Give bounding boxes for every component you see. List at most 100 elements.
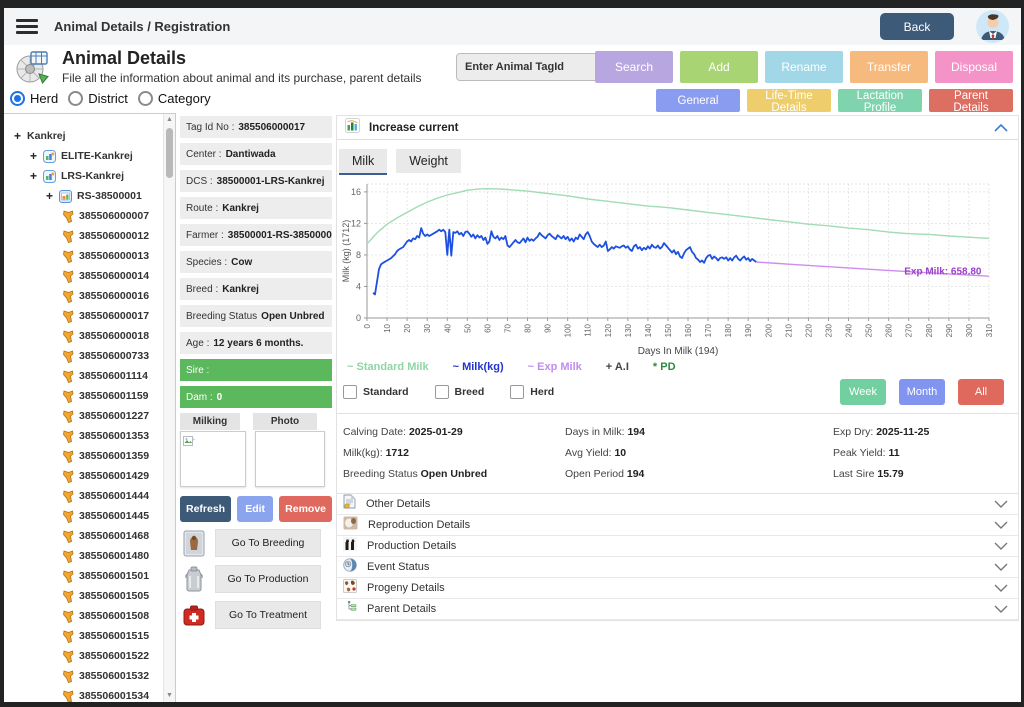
reproduction-icon <box>343 516 358 535</box>
tree-animal-385506000012[interactable]: 385506000012 <box>4 226 175 246</box>
rename-button[interactable]: Rename <box>765 51 843 83</box>
general-button[interactable]: General <box>656 89 740 112</box>
expand-icon[interactable]: + <box>30 149 37 163</box>
life-time-details-button[interactable]: Life-Time Details <box>747 89 831 112</box>
scrollbar-thumb[interactable] <box>166 128 173 178</box>
tree-animal-385506001159[interactable]: 385506001159 <box>4 386 175 406</box>
checkbox-standard[interactable]: Standard <box>343 385 409 399</box>
field-farmer: Farmer :38500001-RS-38500001 <box>180 224 332 246</box>
expand-icon[interactable]: + <box>30 169 37 183</box>
back-button[interactable]: Back <box>880 13 954 40</box>
chevron-down-icon[interactable] <box>994 605 1008 613</box>
radio-district[interactable]: District <box>68 91 128 106</box>
lactation-profile-button[interactable]: Lactation Profile <box>838 89 922 112</box>
user-avatar[interactable] <box>976 10 1009 43</box>
week-button[interactable]: Week <box>840 379 886 405</box>
tree-animal-385506000016[interactable]: 385506000016 <box>4 286 175 306</box>
chevron-down-icon[interactable] <box>994 542 1008 550</box>
tree-node-rs-38500001[interactable]: +RS-38500001 <box>4 186 175 206</box>
go-to-production-button[interactable]: Go To Production <box>215 565 321 593</box>
hamburger-menu-icon[interactable] <box>16 16 38 37</box>
transfer-button[interactable]: Transfer <box>850 51 928 83</box>
tab-milk[interactable]: Milk <box>339 149 387 175</box>
svg-text:120: 120 <box>604 323 613 337</box>
animal-detail-column: Tag Id No :385506000017Center :Dantiwada… <box>180 116 332 630</box>
tree-animal-385506000018[interactable]: 385506000018 <box>4 326 175 346</box>
parent-details-button[interactable]: Parent Details <box>929 89 1013 112</box>
search-button[interactable]: Search <box>595 51 673 83</box>
field-dam: Dam :0 <box>180 386 332 408</box>
lactation-panel: Increase current Milk Weight 01020304050… <box>336 115 1019 621</box>
tree-scrollbar[interactable]: ▲ ▼ <box>163 114 175 702</box>
tree-animal-385506000733[interactable]: 385506000733 <box>4 346 175 366</box>
animal-tag-icon <box>62 270 74 283</box>
radio-category-dot[interactable] <box>138 91 153 106</box>
tree-animal-385506001359[interactable]: 385506001359 <box>4 446 175 466</box>
tree-animal-385506001227[interactable]: 385506001227 <box>4 406 175 426</box>
tab-photo[interactable]: Photo <box>253 413 317 430</box>
tree-animal-385506001508[interactable]: 385506001508 <box>4 606 175 626</box>
animal-tagid-input[interactable] <box>456 53 602 81</box>
tree-animal-385506001429[interactable]: 385506001429 <box>4 466 175 486</box>
tree-animal-385506001505[interactable]: 385506001505 <box>4 586 175 606</box>
tab-weight[interactable]: Weight <box>396 149 461 173</box>
tree-animal-385506001468[interactable]: 385506001468 <box>4 526 175 546</box>
tree-animal-385506001515[interactable]: 385506001515 <box>4 626 175 646</box>
scroll-up-icon[interactable]: ▲ <box>164 114 175 126</box>
scroll-down-icon[interactable]: ▼ <box>164 690 175 702</box>
edit-button[interactable]: Edit <box>237 496 273 522</box>
section-parent-details[interactable]: Parent Details <box>337 599 1018 620</box>
add-button[interactable]: Add <box>680 51 758 83</box>
section-progeny-details[interactable]: Progeny Details <box>337 578 1018 599</box>
section-reproduction-details[interactable]: Reproduction Details <box>337 515 1018 536</box>
tree-animal-385506001114[interactable]: 385506001114 <box>4 366 175 386</box>
tree-node-elite-kankrej[interactable]: +ELITE-Kankrej <box>4 146 175 166</box>
tree-animal-385506001480[interactable]: 385506001480 <box>4 546 175 566</box>
tree-animal-385506001532[interactable]: 385506001532 <box>4 666 175 686</box>
tree-animal-385506000013[interactable]: 385506000013 <box>4 246 175 266</box>
tree-animal-385506001445[interactable]: 385506001445 <box>4 506 175 526</box>
tab-milking[interactable]: Milking <box>180 413 240 430</box>
expand-icon[interactable]: + <box>14 129 21 143</box>
radio-herd-dot[interactable] <box>10 91 25 106</box>
tree-animal-385506001522[interactable]: 385506001522 <box>4 646 175 666</box>
tree-animal-385506000007[interactable]: 385506000007 <box>4 206 175 226</box>
checkbox-breed-box[interactable] <box>435 385 449 399</box>
chevron-down-icon[interactable] <box>994 584 1008 592</box>
svg-text:Days In Milk (194): Days In Milk (194) <box>638 346 719 357</box>
tree-node-kankrej[interactable]: +Kankrej <box>4 126 175 146</box>
disposal-button[interactable]: Disposal <box>935 51 1013 83</box>
photo-image-box[interactable] <box>255 431 325 487</box>
tree-animal-385506001534[interactable]: 385506001534 <box>4 686 175 702</box>
radio-herd[interactable]: Herd <box>10 91 58 106</box>
go-to-treatment-button[interactable]: Go To Treatment <box>215 601 321 629</box>
tree-animal-385506000017[interactable]: 385506000017 <box>4 306 175 326</box>
tree-animal-385506001444[interactable]: 385506001444 <box>4 486 175 506</box>
tree-animal-385506001353[interactable]: 385506001353 <box>4 426 175 446</box>
svg-text:4: 4 <box>356 281 361 291</box>
section-production-details[interactable]: Production Details <box>337 536 1018 557</box>
tree-node-lrs-kankrej[interactable]: +LRS-Kankrej <box>4 166 175 186</box>
section-event-status[interactable]: Event Status <box>337 557 1018 578</box>
collapse-chevron-up-icon[interactable] <box>994 124 1008 132</box>
chevron-down-icon[interactable] <box>994 563 1008 571</box>
checkbox-breed[interactable]: Breed <box>435 385 485 399</box>
detail-sections: Other DetailsReproduction DetailsProduct… <box>337 494 1018 620</box>
checkbox-herd-box[interactable] <box>510 385 524 399</box>
checkbox-standard-box[interactable] <box>343 385 357 399</box>
milking-image-box[interactable] <box>180 431 246 487</box>
chevron-down-icon[interactable] <box>994 521 1008 529</box>
remove-button[interactable]: Remove <box>279 496 332 522</box>
month-button[interactable]: Month <box>899 379 945 405</box>
chevron-down-icon[interactable] <box>994 500 1008 508</box>
checkbox-herd[interactable]: Herd <box>510 385 554 399</box>
expand-icon[interactable]: + <box>46 189 53 203</box>
tree-animal-385506001501[interactable]: 385506001501 <box>4 566 175 586</box>
section-other-details[interactable]: Other Details <box>337 494 1018 515</box>
all-button[interactable]: All <box>958 379 1004 405</box>
refresh-button[interactable]: Refresh <box>180 496 231 522</box>
go-to-breeding-button[interactable]: Go To Breeding <box>215 529 321 557</box>
radio-district-dot[interactable] <box>68 91 83 106</box>
tree-animal-385506000014[interactable]: 385506000014 <box>4 266 175 286</box>
radio-category[interactable]: Category <box>138 91 211 106</box>
